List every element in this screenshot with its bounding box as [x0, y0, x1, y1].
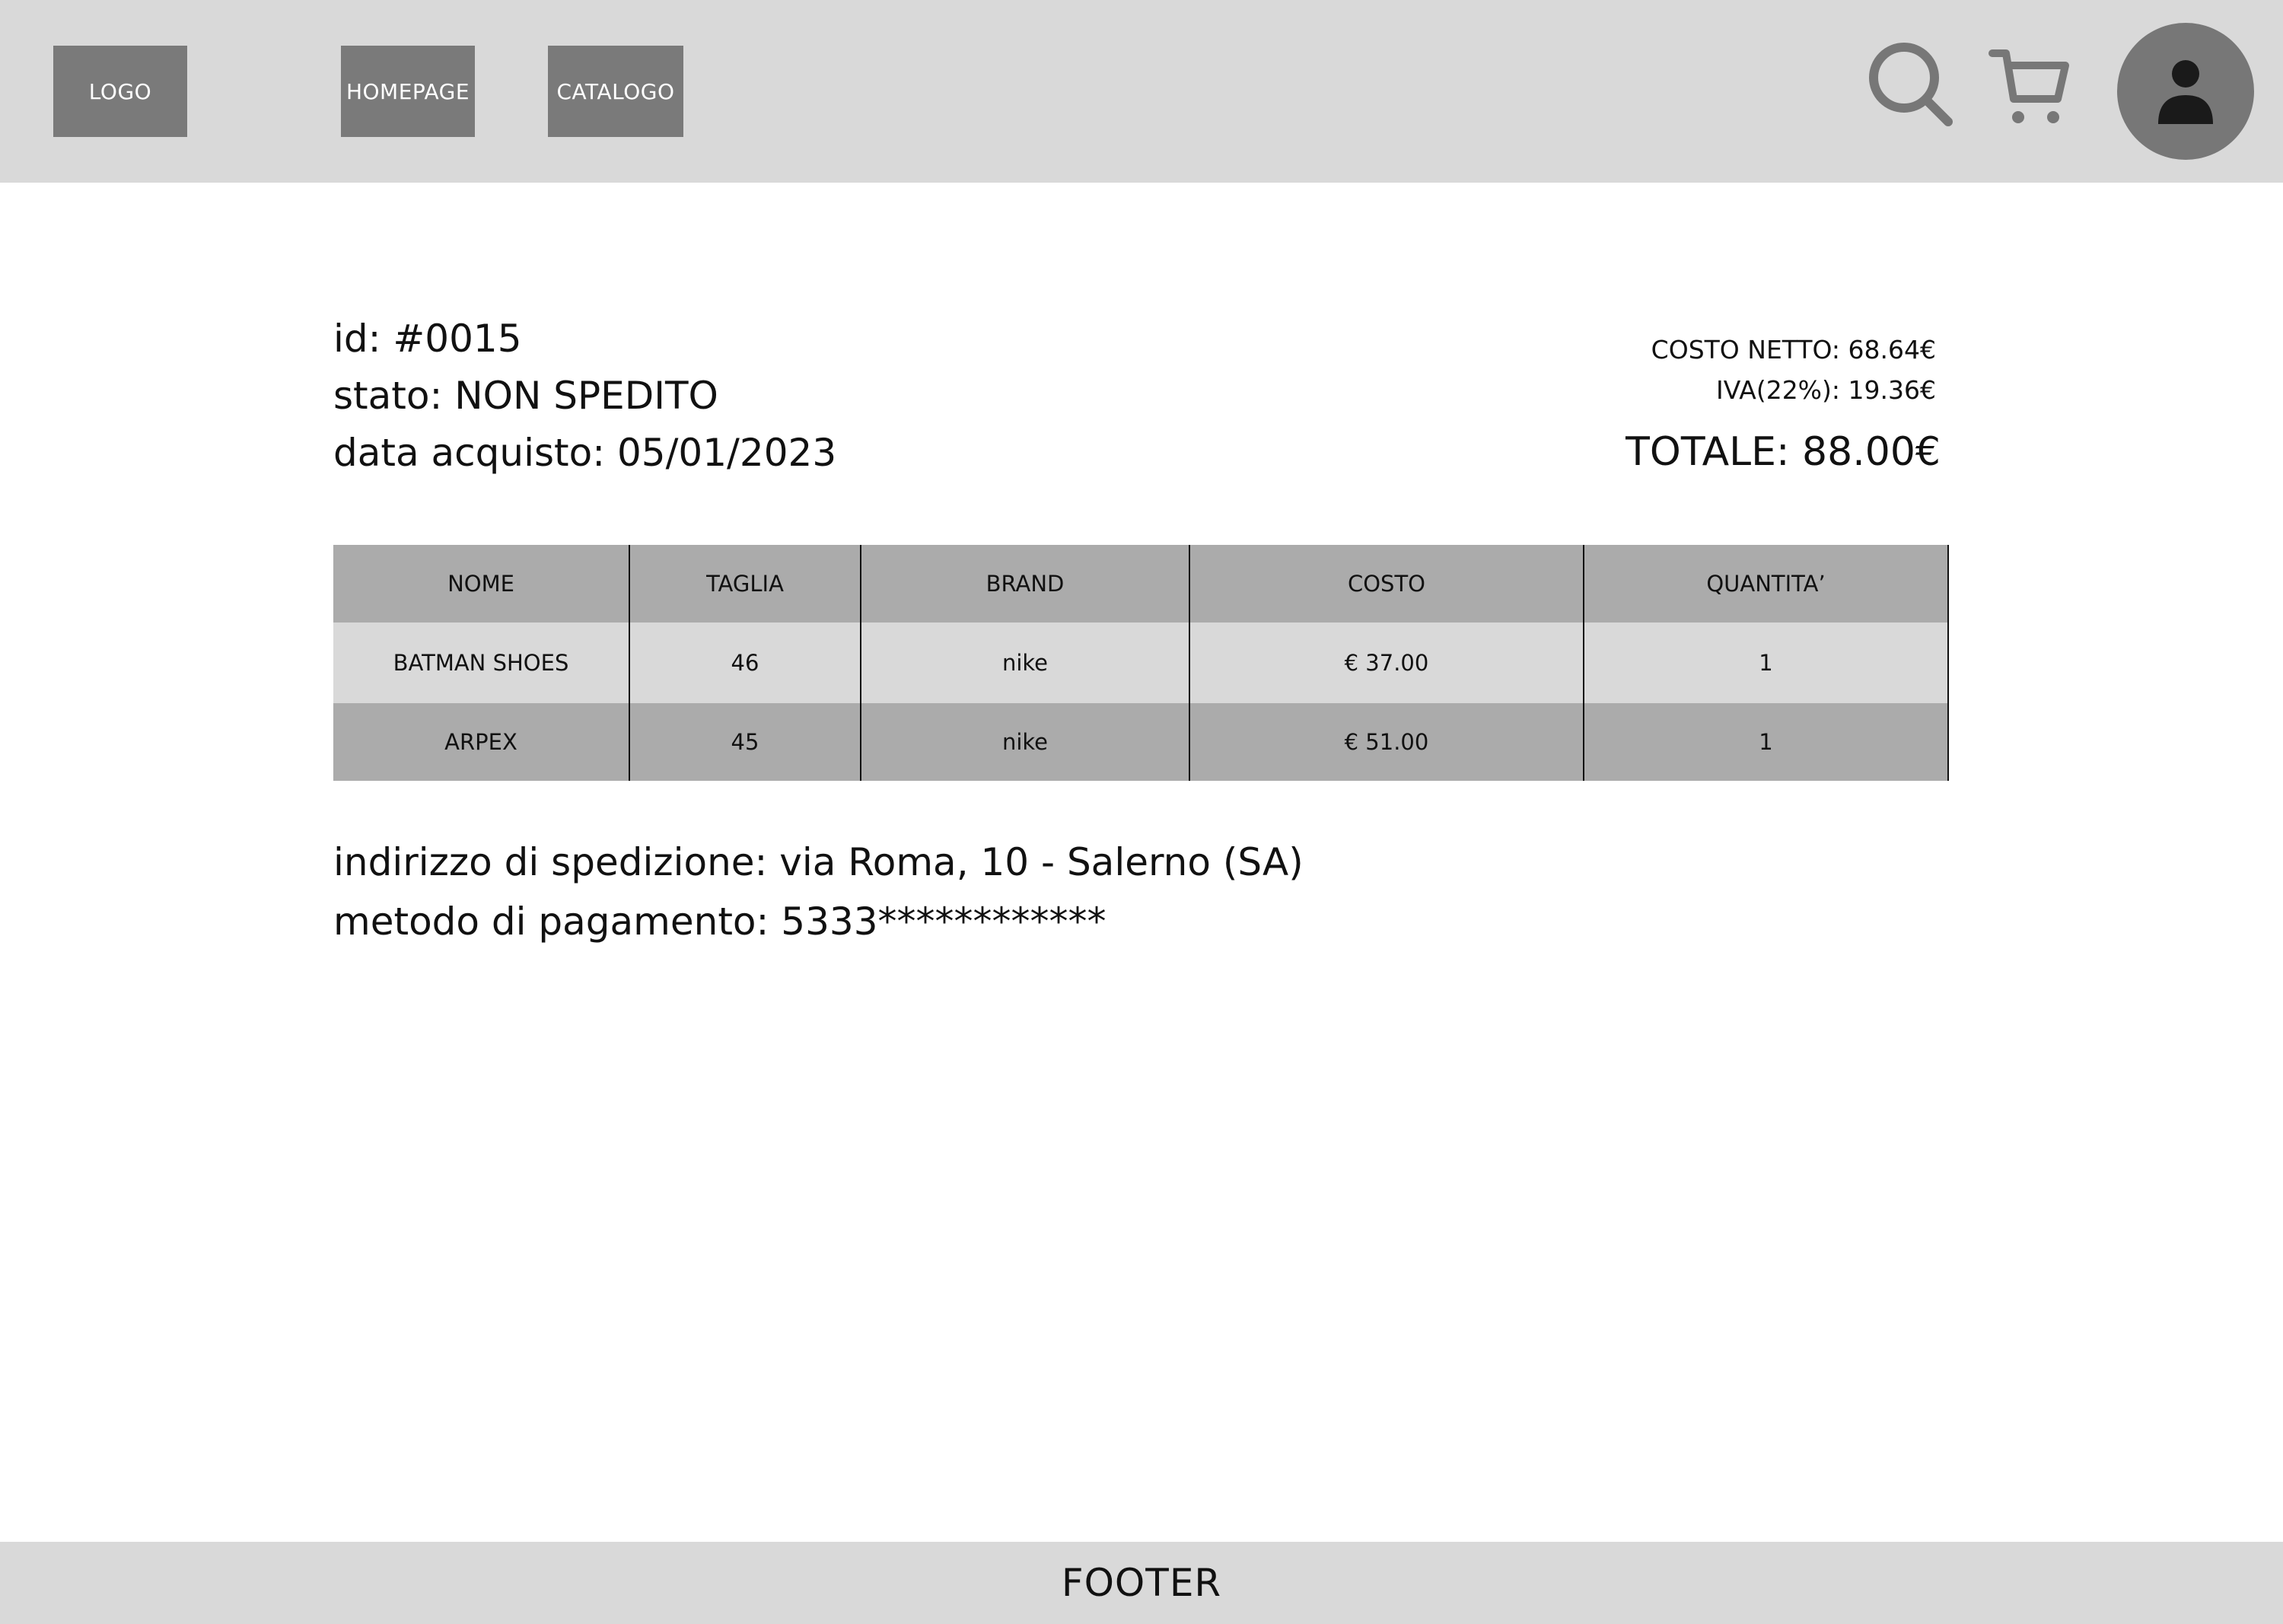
- column-header-quantity: QUANTITA’: [1583, 545, 1949, 623]
- footer-label: FOOTER: [1061, 1561, 1222, 1605]
- cell-brand: nike: [860, 623, 1190, 703]
- order-purchase-date: data acquisto: 05/01/2023: [333, 431, 837, 475]
- net-cost: COSTO NETTO: 68.64€: [1651, 335, 1936, 365]
- logo-button[interactable]: LOGO: [53, 46, 187, 137]
- table-row: BATMAN SHOES 46 nike € 37.00 1: [333, 623, 1949, 703]
- table-row: ARPEX 45 nike € 51.00 1: [333, 703, 1949, 781]
- cell-name: BATMAN SHOES: [333, 623, 630, 703]
- order-total: TOTALE: 88.00€: [1625, 429, 1941, 475]
- user-icon: [2158, 60, 2213, 124]
- search-icon[interactable]: [1866, 40, 1957, 131]
- order-status: stato: NON SPEDITO: [333, 374, 718, 418]
- cell-quantity: 1: [1583, 623, 1949, 703]
- vat-amount: IVA(22%): 19.36€: [1716, 375, 1936, 405]
- order-id: id: #0015: [333, 317, 522, 361]
- column-header-cost: COSTO: [1189, 545, 1584, 623]
- table-header-row: NOME TAGLIA BRAND COSTO QUANTITA’: [333, 545, 1949, 623]
- user-avatar-button[interactable]: [2117, 23, 2254, 160]
- column-header-size: TAGLIA: [629, 545, 861, 623]
- order-detail-page: LOGO HOMEPAGE CATALOGO id: #0015 stato: …: [0, 0, 2283, 1624]
- cell-brand: nike: [860, 703, 1190, 781]
- payment-method: metodo di pagamento: 5333************: [333, 900, 1106, 944]
- cell-quantity: 1: [1583, 703, 1949, 781]
- cart-icon[interactable]: [1988, 44, 2073, 129]
- footer: FOOTER: [0, 1542, 2283, 1624]
- order-items-table: NOME TAGLIA BRAND COSTO QUANTITA’ BATMAN…: [333, 545, 1949, 781]
- cell-size: 46: [629, 623, 861, 703]
- nav-homepage-button[interactable]: HOMEPAGE: [341, 46, 475, 137]
- cell-cost: € 37.00: [1189, 623, 1584, 703]
- shipping-address: indirizzo di spedizione: via Roma, 10 - …: [333, 840, 1304, 884]
- header-bar: LOGO HOMEPAGE CATALOGO: [0, 0, 2283, 183]
- column-header-name: NOME: [333, 545, 630, 623]
- nav-catalog-button[interactable]: CATALOGO: [548, 46, 683, 137]
- cell-cost: € 51.00: [1189, 703, 1584, 781]
- column-header-brand: BRAND: [860, 545, 1190, 623]
- cell-name: ARPEX: [333, 703, 630, 781]
- cell-size: 45: [629, 703, 861, 781]
